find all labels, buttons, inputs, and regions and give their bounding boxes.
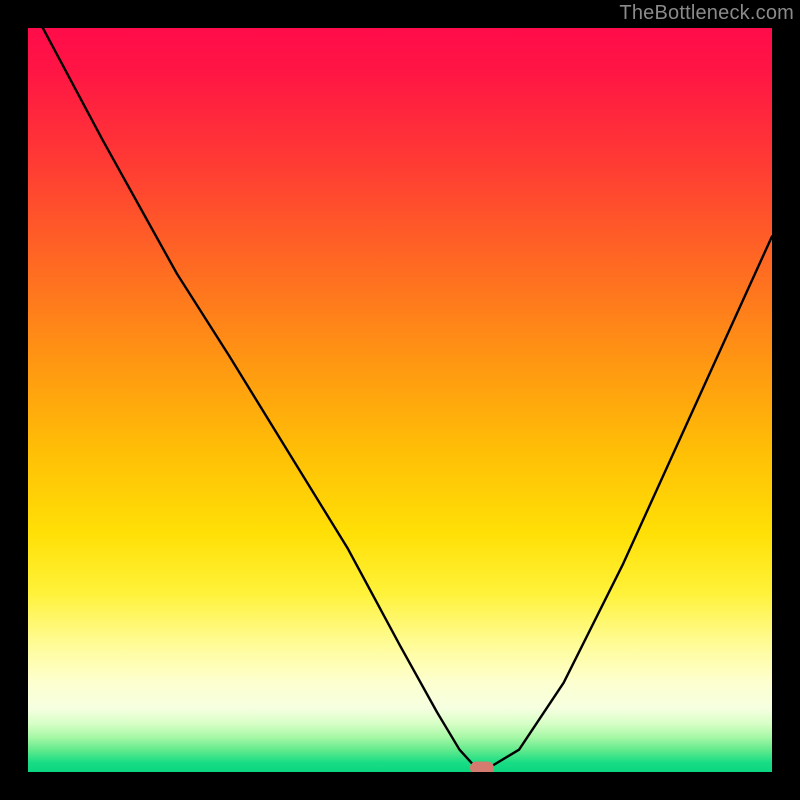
watermark-text: TheBottleneck.com bbox=[619, 2, 794, 25]
bottleneck-curve bbox=[28, 28, 772, 772]
optimal-point-marker bbox=[470, 762, 494, 772]
chart-frame: TheBottleneck.com bbox=[0, 0, 800, 800]
plot-area bbox=[28, 28, 772, 772]
